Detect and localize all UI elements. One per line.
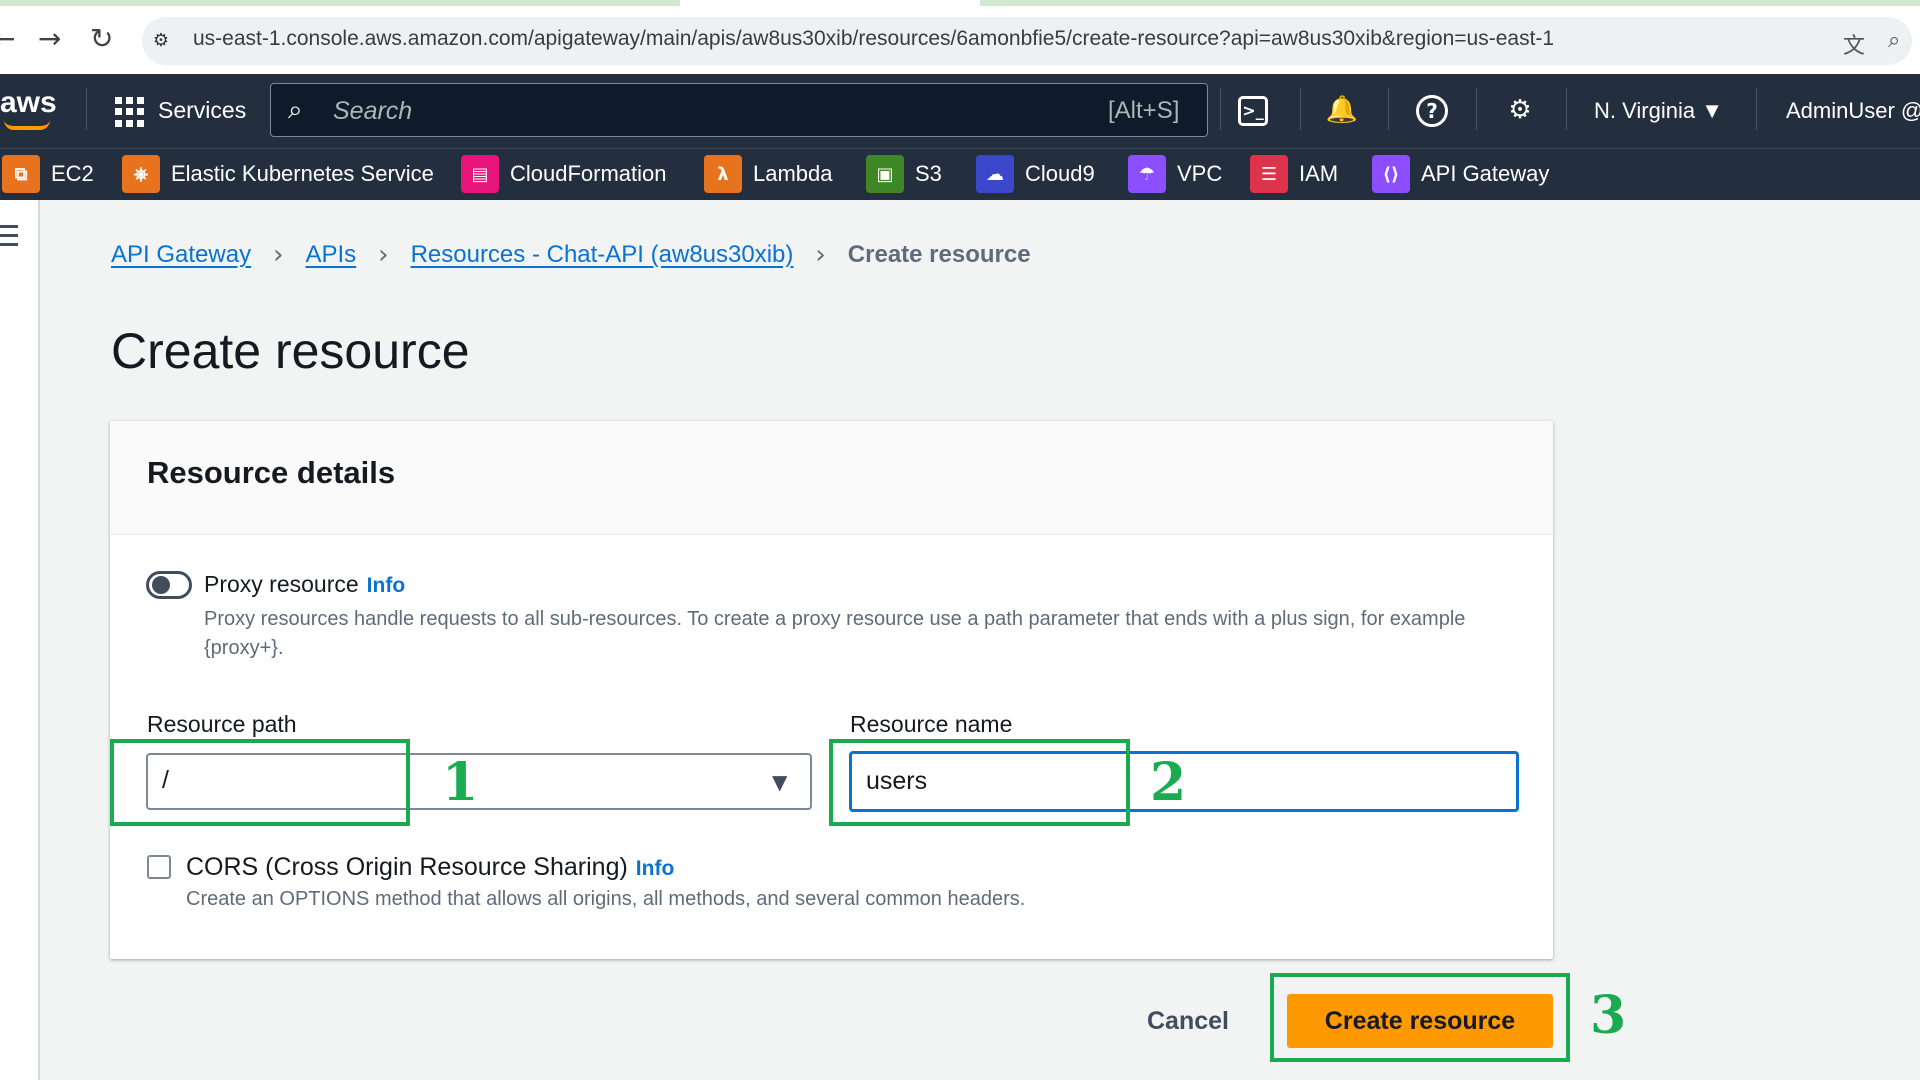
favorite-eks[interactable]: ⎈ Elastic Kubernetes Service [122, 154, 434, 194]
cors-checkbox[interactable] [147, 855, 171, 879]
proxy-resource-label: Proxy resource Info [204, 571, 405, 598]
cloudshell-icon[interactable]: >_ [1238, 96, 1268, 126]
hamburger-menu-icon[interactable] [0, 225, 18, 252]
cors-info-link[interactable]: Info [636, 857, 674, 880]
favorite-label: CloudFormation [510, 161, 667, 186]
favorite-label: Cloud9 [1025, 161, 1095, 186]
favorite-lambda[interactable]: λ Lambda [704, 154, 833, 194]
section-title: Resource details [147, 455, 396, 490]
aws-logo-smile [4, 120, 50, 130]
proxy-label-text: Proxy resource [204, 571, 359, 597]
iam-icon: ☰ [1250, 155, 1288, 193]
favorite-cloud9[interactable]: ☁ Cloud9 [976, 154, 1095, 194]
resource-path-label: Resource path [147, 711, 297, 737]
eks-icon: ⎈ [122, 155, 160, 193]
resource-name-label: Resource name [850, 711, 1013, 737]
annotation-box-3 [1270, 973, 1570, 1062]
favorite-label: API Gateway [1421, 161, 1550, 186]
annotation-number-3: 3 [1590, 985, 1627, 1046]
favorite-iam[interactable]: ☰ IAM [1250, 154, 1338, 194]
breadcrumb-current: Create resource [847, 241, 1031, 268]
zoom-icon[interactable]: ⌕ [1888, 28, 1900, 53]
favorite-label: S3 [915, 161, 942, 186]
favorite-label: IAM [1299, 161, 1339, 186]
favorite-cloudformation[interactable]: ▤ CloudFormation [461, 154, 667, 194]
cancel-button[interactable]: Cancel [1130, 1003, 1246, 1039]
annotation-number-1: 1 [442, 752, 479, 813]
divider [1756, 88, 1757, 130]
breadcrumb: API Gateway › APIs › Resources - Chat-AP… [111, 240, 1031, 270]
page-title: Create resource [111, 323, 470, 379]
divider [1566, 88, 1567, 130]
favorite-vpc[interactable]: ☂ VPC [1128, 154, 1222, 194]
services-menu-button[interactable]: Services [158, 97, 246, 124]
toggle-knob [152, 576, 170, 594]
favorite-label: VPC [1177, 161, 1223, 186]
side-navigation-rail [0, 200, 40, 1080]
favorite-api-gateway[interactable]: ⟨⟩ API Gateway [1372, 154, 1549, 194]
api-gateway-icon: ⟨⟩ [1372, 155, 1410, 193]
lambda-icon: λ [704, 155, 742, 193]
proxy-info-link[interactable]: Info [367, 574, 405, 597]
browser-tab[interactable] [0, 0, 680, 6]
cloudformation-icon: ▤ [461, 155, 499, 193]
divider [86, 88, 87, 130]
annotation-box-2 [829, 739, 1130, 826]
chevron-right-icon: › [273, 240, 284, 270]
url-text[interactable]: us-east-1.console.aws.amazon.com/apigate… [193, 27, 1554, 51]
proxy-resource-toggle[interactable] [146, 571, 192, 599]
reload-icon[interactable]: ↻ [90, 22, 113, 55]
divider [1300, 88, 1301, 130]
browser-tab[interactable] [980, 0, 1920, 6]
cors-label-text: CORS (Cross Origin Resource Sharing) [186, 853, 628, 881]
breadcrumb-api-gateway[interactable]: API Gateway [111, 241, 251, 269]
annotation-box-1 [110, 739, 410, 826]
divider [1388, 88, 1389, 130]
settings-icon[interactable]: ⚙ [1502, 92, 1538, 128]
forward-icon[interactable]: → [38, 22, 61, 55]
services-grid-icon[interactable] [115, 97, 145, 127]
s3-icon: ▣ [866, 155, 904, 193]
favorite-label: EC2 [51, 161, 94, 186]
favorite-s3[interactable]: ▣ S3 [866, 154, 942, 194]
divider [1476, 88, 1477, 130]
favorite-ec2[interactable]: ⧉ EC2 [2, 154, 94, 194]
breadcrumb-resources[interactable]: Resources - Chat-API (aw8us30xib) [411, 241, 794, 269]
site-info-icon[interactable]: ⚙ [148, 28, 174, 54]
chevron-right-icon: › [378, 240, 389, 270]
translate-icon[interactable]: 文 [1843, 28, 1865, 60]
back-icon[interactable]: ← [0, 22, 15, 55]
favorite-label: Elastic Kubernetes Service [171, 161, 434, 186]
aws-logo[interactable]: aws [0, 86, 57, 120]
ec2-icon: ⧉ [2, 155, 40, 193]
favorite-label: Lambda [753, 161, 833, 186]
account-menu[interactable]: AdminUser @ [1786, 98, 1920, 124]
breadcrumb-apis[interactable]: APIs [305, 241, 356, 269]
search-shortcut-hint: [Alt+S] [1108, 97, 1180, 124]
bell-icon[interactable]: 🔔 [1324, 92, 1360, 128]
cloud9-icon: ☁ [976, 155, 1014, 193]
vpc-icon: ☂ [1128, 155, 1166, 193]
proxy-description: Proxy resources handle requests to all s… [204, 608, 1466, 659]
search-placeholder: Search [333, 97, 413, 125]
divider [1220, 88, 1221, 130]
help-icon[interactable]: ? [1416, 95, 1448, 127]
cors-description: Create an OPTIONS method that allows all… [186, 888, 1026, 910]
region-selector[interactable]: N. Virginia ▼ [1594, 98, 1723, 124]
cors-label: CORS (Cross Origin Resource Sharing) Info [186, 853, 674, 882]
chevron-right-icon: › [815, 240, 826, 270]
annotation-number-2: 2 [1150, 752, 1187, 813]
search-icon: ⌕ [288, 95, 303, 125]
caret-down-icon[interactable]: ▼ [772, 770, 787, 794]
